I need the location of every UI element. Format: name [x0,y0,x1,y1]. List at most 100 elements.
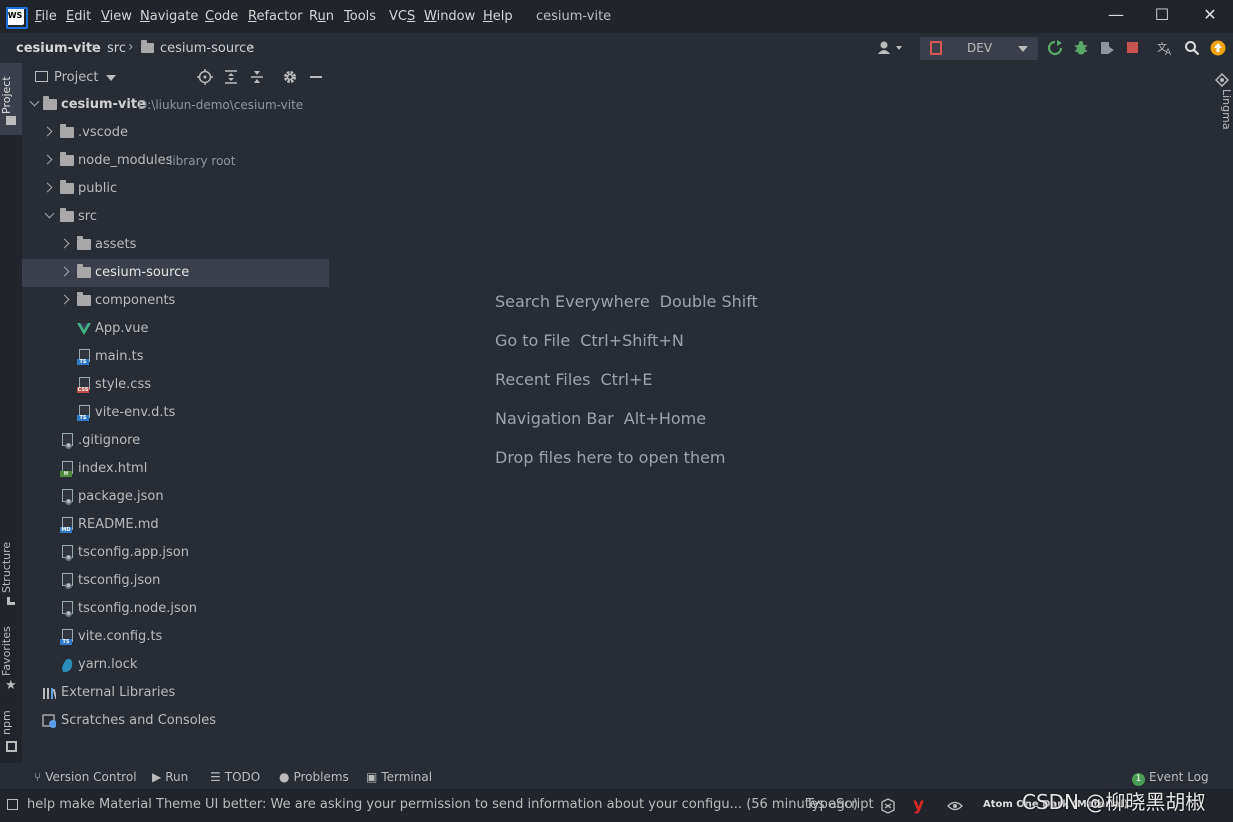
tree-row[interactable]: Scratches and Consoles [22,707,329,735]
hint-shortcut: Double Shift [659,292,758,311]
debug-icon[interactable] [1073,40,1089,56]
menu-view[interactable]: View [101,9,132,24]
project-panel: Project cesium-vite D:\liukun-demo\cesiu… [22,63,329,765]
translate-icon[interactable]: 文A [1157,40,1175,56]
tab-terminal[interactable]: ▣ Terminal [366,770,432,784]
stop-icon[interactable] [1127,42,1139,54]
tab-label: Version Control [45,770,137,784]
chevron-right-icon[interactable] [59,238,70,249]
menu-file[interactable]: File [35,9,57,24]
folder-icon [77,236,91,250]
close-window-button[interactable]: ✕ [1187,0,1233,32]
tree-root-path: D:\liukun-demo\cesium-vite [138,98,304,112]
tree-row[interactable]: TS main.ts [22,343,329,371]
tree-row[interactable]: .vscode [22,119,329,147]
breadcrumb-src[interactable]: src [107,41,126,56]
locate-icon[interactable] [197,69,213,85]
tree-row[interactable]: H index.html [22,455,329,483]
gear-icon[interactable] [282,69,298,85]
hint-action: Go to File [495,331,571,350]
menu-help[interactable]: Help [483,9,513,24]
tree-row[interactable]: assets [22,231,329,259]
tree-row[interactable]: yarn.lock [22,651,329,679]
tab-structure[interactable]: Structure [0,541,22,593]
coverage-icon[interactable] [1099,40,1115,56]
tree-row[interactable]: CSS style.css [22,371,329,399]
rerun-icon[interactable] [1047,40,1063,56]
hide-panel-icon[interactable] [310,76,322,78]
tree-item-label: public [78,181,118,196]
menu-navigate[interactable]: Navigate [140,9,198,24]
project-panel-title[interactable]: Project [54,70,98,85]
prettier-icon[interactable] [880,798,896,814]
tree-row[interactable]: node_modules library root [22,147,329,175]
chevron-down-icon[interactable] [29,96,40,107]
chevron-right-icon: › [91,39,97,55]
tree-row[interactable]: TS vite.config.ts [22,623,329,651]
tab-lingma[interactable]: Lingma [1211,89,1233,139]
menu-tools[interactable]: Tools [344,9,376,24]
structure-icon [7,597,15,605]
tree-row[interactable]: ⚙ tsconfig.json [22,567,329,595]
tree-row[interactable]: ⚙ package.json [22,483,329,511]
breadcrumb-project[interactable]: cesium-vite [16,41,101,56]
tree-row-selected[interactable]: cesium-source [22,259,329,287]
breadcrumb-cesium-source[interactable]: cesium-source [160,41,254,56]
tab-project[interactable]: Project [0,71,22,119]
json-file-icon: ⚙ [60,573,74,589]
menu-vcs[interactable]: VCS [389,9,415,24]
yaml-plugin-icon[interactable]: y [913,795,924,815]
json-file-icon: ⚙ [60,545,74,561]
tree-row[interactable]: public [22,175,329,203]
tree-row[interactable]: TS vite-env.d.ts [22,399,329,427]
tree-item-label: .vscode [78,125,128,140]
tree-row[interactable]: src [22,203,329,231]
menu-edit[interactable]: Edit [66,9,91,24]
typescript-file-icon: TS [60,629,74,645]
tree-row[interactable]: External Libraries [22,679,329,707]
json-file-icon: ⚙ [60,601,74,617]
toggle-tool-windows-icon[interactable] [7,799,18,810]
tree-row[interactable]: MD README.md [22,511,329,539]
csdn-watermark: CSDN @柳晓黑胡椒 [1022,790,1206,814]
expand-all-icon[interactable] [223,69,239,85]
tree-root-label: cesium-vite [61,97,146,112]
search-icon[interactable] [1184,40,1200,56]
tree-row[interactable]: components [22,287,329,315]
tab-event-log[interactable]: 1 Event Log [1132,770,1209,786]
run-configuration-select[interactable]: DEV [920,37,1038,60]
chevron-right-icon[interactable] [59,266,70,277]
tab-problems[interactable]: ● Problems [279,770,349,784]
status-message[interactable]: help make Material Theme UI better: We a… [27,797,858,812]
chevron-right-icon[interactable] [42,154,53,165]
update-icon[interactable] [1210,40,1226,56]
minimize-button[interactable]: — [1093,0,1139,32]
tree-row-root[interactable]: cesium-vite D:\liukun-demo\cesium-vite [22,91,329,119]
user-icon[interactable] [877,41,903,55]
lingma-icon [1215,73,1229,87]
chevron-right-icon[interactable] [42,182,53,193]
hint-shortcut: Alt+Home [623,409,707,428]
maximize-button[interactable]: ☐ [1139,0,1185,32]
tab-todo[interactable]: ☰ TODO [210,770,260,784]
menu-run[interactable]: Run [309,9,334,24]
tab-version-control[interactable]: ⑂ Version Control [34,770,137,784]
menu-window[interactable]: Window [424,9,475,24]
eye-icon[interactable] [947,800,963,812]
tab-run[interactable]: ▶ Run [152,770,188,784]
chevron-right-icon[interactable] [42,126,53,137]
chevron-right-icon[interactable] [59,294,70,305]
tree-row[interactable]: ⚙ .gitignore [22,427,329,455]
tree-row[interactable]: App.vue [22,315,329,343]
vue-file-icon [77,323,91,335]
tab-favorites[interactable]: Favorites [0,626,22,676]
tree-row[interactable]: ⚙ tsconfig.node.json [22,595,329,623]
chevron-down-icon[interactable] [44,208,55,219]
tree-row[interactable]: ⚙ tsconfig.app.json [22,539,329,567]
language-indicator[interactable]: TypeScript [806,797,874,812]
menu-refactor[interactable]: Refactor [248,9,303,24]
chevron-down-icon[interactable] [106,75,116,81]
collapse-all-icon[interactable] [249,69,265,85]
menu-code[interactable]: Code [205,9,238,24]
tab-npm[interactable]: npm [0,710,22,735]
